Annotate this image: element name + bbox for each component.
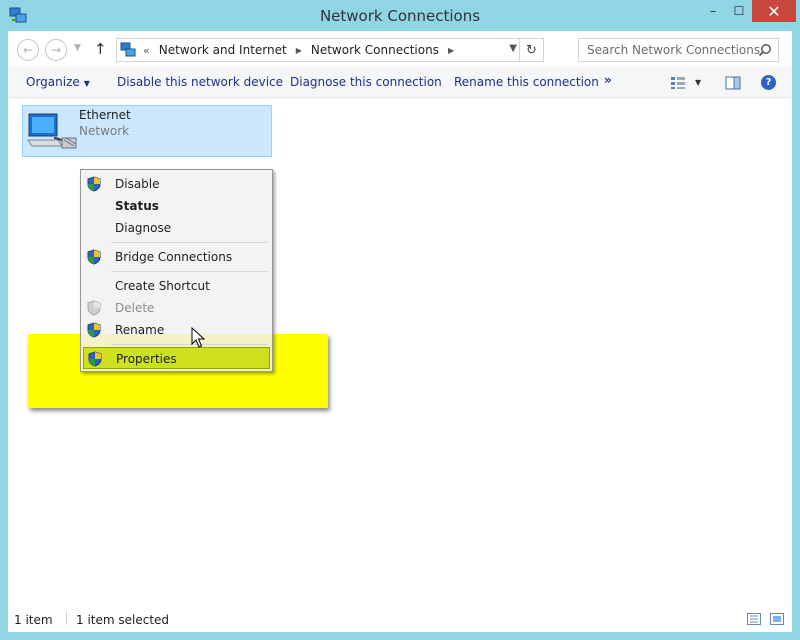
search-icon[interactable] bbox=[758, 43, 772, 57]
menu-item-create-shortcut[interactable]: Create Shortcut bbox=[83, 275, 270, 297]
menu-item-properties[interactable]: Properties bbox=[83, 347, 270, 369]
menu-item-label: Delete bbox=[115, 301, 155, 315]
view-options-dropdown[interactable]: ▼ bbox=[695, 78, 701, 87]
breadcrumb-network-and-internet[interactable]: Network and Internet bbox=[159, 43, 287, 57]
refresh-icon: ↻ bbox=[526, 42, 537, 58]
change-view-icon[interactable] bbox=[670, 76, 686, 90]
up-button[interactable]: ↑ bbox=[94, 40, 107, 58]
arrow-right-icon: → bbox=[50, 43, 62, 57]
breadcrumb-separator-icon[interactable]: ▶ bbox=[296, 46, 302, 55]
menu-item-label: Properties bbox=[116, 352, 177, 366]
menu-item-label: Rename bbox=[115, 323, 165, 337]
recent-locations-dropdown[interactable]: ▼ bbox=[74, 43, 81, 53]
menu-separator bbox=[111, 271, 268, 272]
organize-menu-button[interactable]: Organize ▼ bbox=[26, 75, 90, 89]
menu-item-label: Disable bbox=[115, 177, 160, 191]
menu-item-status[interactable]: Status bbox=[83, 195, 270, 217]
uac-shield-icon bbox=[87, 176, 101, 192]
menu-item-diagnose[interactable]: Diagnose bbox=[83, 217, 270, 239]
forward-button[interactable]: → bbox=[45, 39, 67, 61]
explorer-window: Network Connections – ☐ ✕ ← → ▼ ↑ « Netw… bbox=[0, 0, 800, 640]
network-folder-icon bbox=[120, 42, 136, 57]
status-bar: 1 item 1 item selected bbox=[8, 606, 792, 632]
preview-pane-icon[interactable] bbox=[725, 76, 741, 90]
menu-item-label: Bridge Connections bbox=[115, 250, 233, 264]
uac-shield-icon bbox=[88, 351, 102, 367]
large-icons-view-icon[interactable] bbox=[770, 613, 784, 625]
item-count: 1 item bbox=[14, 613, 53, 627]
menu-separator bbox=[111, 344, 268, 345]
arrow-left-icon: ← bbox=[22, 43, 34, 57]
menu-item-disable[interactable]: Disable bbox=[83, 173, 270, 195]
breadcrumb-overflow-chevron[interactable]: « bbox=[143, 44, 150, 57]
more-commands-button[interactable]: » bbox=[604, 73, 612, 87]
uac-shield-icon bbox=[87, 249, 101, 265]
item-name: Ethernet bbox=[79, 108, 131, 122]
menu-item-bridge-connections[interactable]: Bridge Connections bbox=[83, 246, 270, 268]
arrow-up-icon: ↑ bbox=[94, 40, 107, 58]
rename-connection-button[interactable]: Rename this connection bbox=[454, 75, 599, 89]
address-toolbar: ← → ▼ ↑ « Network and Internet ▶ Network… bbox=[8, 31, 792, 67]
menu-separator bbox=[111, 242, 268, 243]
uac-shield-icon bbox=[87, 322, 101, 338]
window-title: Network Connections bbox=[319, 7, 481, 25]
ethernet-connection-item[interactable]: Ethernet Network bbox=[22, 105, 272, 157]
close-button[interactable]: ✕ bbox=[752, 0, 796, 22]
refresh-button[interactable]: ↻ bbox=[519, 39, 543, 61]
help-icon[interactable]: ? bbox=[761, 75, 776, 90]
details-view-icon[interactable] bbox=[747, 613, 761, 625]
diagnose-connection-button[interactable]: Diagnose this connection bbox=[290, 75, 442, 89]
menu-item-delete: Delete bbox=[83, 297, 270, 319]
menu-item-label: Status bbox=[115, 199, 159, 213]
menu-item-label: Create Shortcut bbox=[115, 279, 210, 293]
chevron-down-icon: ▼ bbox=[83, 79, 90, 88]
back-button[interactable]: ← bbox=[17, 39, 39, 61]
minimize-button[interactable]: – bbox=[700, 0, 726, 22]
uac-shield-icon bbox=[87, 300, 101, 316]
disable-device-button[interactable]: Disable this network device bbox=[117, 75, 283, 89]
context-menu: Disable Status Diagnose Bridge Connectio… bbox=[80, 169, 273, 372]
command-bar: Organize ▼ Disable this network device Di… bbox=[8, 67, 792, 98]
organize-label: Organize bbox=[26, 75, 80, 89]
explorer-client: ← → ▼ ↑ « Network and Internet ▶ Network… bbox=[8, 31, 792, 632]
breadcrumb-network-connections[interactable]: Network Connections bbox=[311, 43, 439, 57]
mouse-pointer-icon bbox=[191, 327, 205, 348]
file-list-area[interactable]: Ethernet Network Disable Status Diagnose… bbox=[8, 98, 792, 606]
ethernet-adapter-icon bbox=[27, 113, 77, 149]
status-divider bbox=[66, 611, 67, 625]
address-history-dropdown[interactable]: ▼ bbox=[509, 43, 517, 54]
menu-item-rename[interactable]: Rename bbox=[83, 319, 270, 341]
menu-item-label: Diagnose bbox=[115, 221, 172, 235]
search-box[interactable]: Search Network Connections bbox=[578, 38, 779, 62]
item-subtitle: Network bbox=[79, 124, 130, 138]
selected-count: 1 item selected bbox=[76, 613, 170, 627]
address-bar[interactable]: « Network and Internet ▶ Network Connect… bbox=[116, 38, 544, 62]
search-input[interactable]: Search Network Connections bbox=[587, 43, 760, 57]
title-bar[interactable]: Network Connections – ☐ ✕ bbox=[0, 0, 800, 31]
breadcrumb-separator-icon[interactable]: ▶ bbox=[448, 46, 454, 55]
maximize-button[interactable]: ☐ bbox=[726, 0, 752, 22]
